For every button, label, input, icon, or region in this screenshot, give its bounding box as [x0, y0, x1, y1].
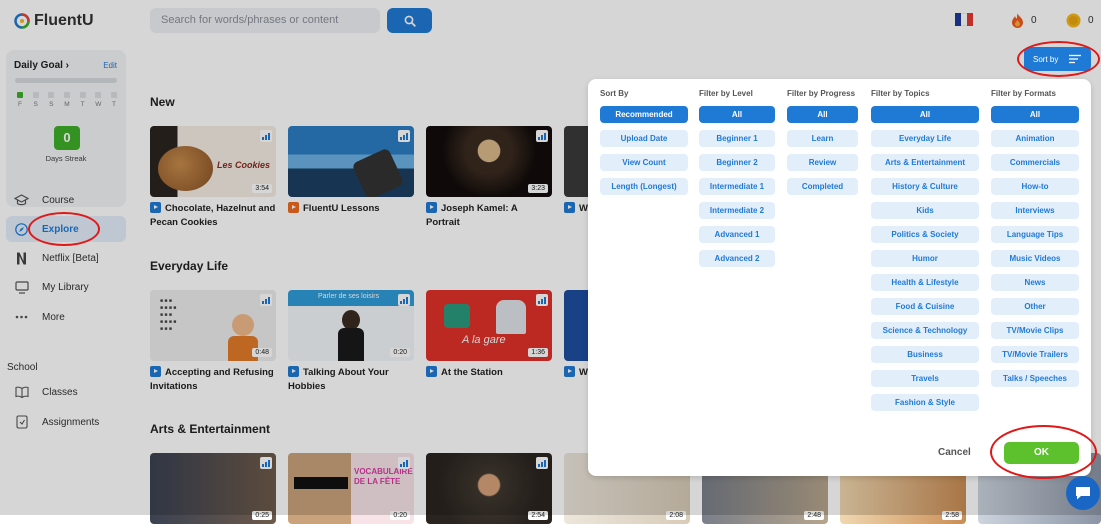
column-heading: Sort By [600, 89, 629, 98]
progress-option-review[interactable]: Review [787, 154, 858, 171]
format-option-commercials[interactable]: Commercials [991, 154, 1079, 171]
format-option-other[interactable]: Other [991, 298, 1079, 315]
topic-option-all[interactable]: All [871, 106, 979, 123]
progress-option-learn[interactable]: Learn [787, 130, 858, 147]
chat-bubble-icon [1076, 487, 1090, 500]
format-option-talks-speeches[interactable]: Talks / Speeches [991, 370, 1079, 387]
format-option-animation[interactable]: Animation [991, 130, 1079, 147]
format-option-language-tips[interactable]: Language Tips [991, 226, 1079, 243]
progress-option-completed[interactable]: Completed [787, 178, 858, 195]
topic-option-humor[interactable]: Humor [871, 250, 979, 267]
format-option-music-videos[interactable]: Music Videos [991, 250, 1079, 267]
annotation-circle-sort-by [1017, 41, 1100, 77]
progress-option-all[interactable]: All [787, 106, 858, 123]
format-option-how-to[interactable]: How-to [991, 178, 1079, 195]
column-heading: Filter by Progress [787, 89, 856, 98]
cancel-button[interactable]: Cancel [938, 447, 971, 458]
topic-option-history-culture[interactable]: History & Culture [871, 178, 979, 195]
topic-option-fashion-style[interactable]: Fashion & Style [871, 394, 979, 411]
level-option-advanced-2[interactable]: Advanced 2 [699, 250, 775, 267]
format-option-news[interactable]: News [991, 274, 1079, 291]
topic-option-business[interactable]: Business [871, 346, 979, 363]
sort-filter-panel: Sort By Recommended Upload Date View Cou… [588, 79, 1091, 476]
level-option-all[interactable]: All [699, 106, 775, 123]
format-option-interviews[interactable]: Interviews [991, 202, 1079, 219]
topic-option-travels[interactable]: Travels [871, 370, 979, 387]
level-option-beginner-1[interactable]: Beginner 1 [699, 130, 775, 147]
topic-option-politics-society[interactable]: Politics & Society [871, 226, 979, 243]
sort-option-recommended[interactable]: Recommended [600, 106, 688, 123]
chat-button[interactable] [1066, 476, 1100, 510]
level-option-advanced-1[interactable]: Advanced 1 [699, 226, 775, 243]
sort-option-upload-date[interactable]: Upload Date [600, 130, 688, 147]
format-option-all[interactable]: All [991, 106, 1079, 123]
level-option-beginner-2[interactable]: Beginner 2 [699, 154, 775, 171]
column-heading: Filter by Level [699, 89, 753, 98]
topic-option-arts-entertainment[interactable]: Arts & Entertainment [871, 154, 979, 171]
topic-option-food-cuisine[interactable]: Food & Cuisine [871, 298, 979, 315]
level-option-intermediate-1[interactable]: Intermediate 1 [699, 178, 775, 195]
annotation-circle-explore [28, 212, 100, 246]
annotation-circle-ok [990, 425, 1097, 479]
format-option-tv-movie-clips[interactable]: TV/Movie Clips [991, 322, 1079, 339]
column-heading: Filter by Formats [991, 89, 1056, 98]
topic-option-science-technology[interactable]: Science & Technology [871, 322, 979, 339]
topic-option-kids[interactable]: Kids [871, 202, 979, 219]
sort-option-length[interactable]: Length (Longest) [600, 178, 688, 195]
level-option-intermediate-2[interactable]: Intermediate 2 [699, 202, 775, 219]
format-option-tv-movie-trailers[interactable]: TV/Movie Trailers [991, 346, 1079, 363]
column-heading: Filter by Topics [871, 89, 930, 98]
topic-option-everyday-life[interactable]: Everyday Life [871, 130, 979, 147]
sort-option-view-count[interactable]: View Count [600, 154, 688, 171]
topic-option-health-lifestyle[interactable]: Health & Lifestyle [871, 274, 979, 291]
